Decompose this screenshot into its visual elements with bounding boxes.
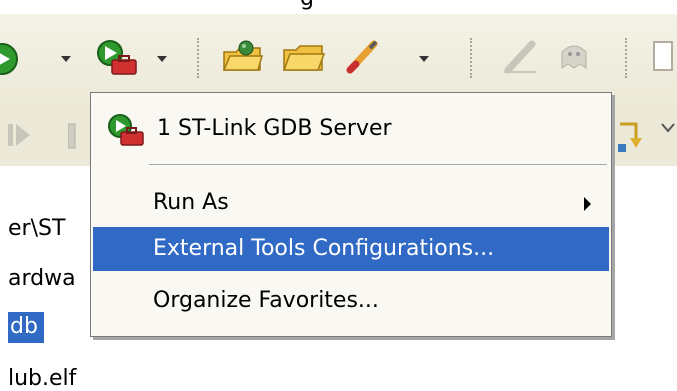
run-dropdown-chevron-icon[interactable]	[60, 54, 72, 64]
toolbar-separator	[197, 38, 199, 78]
menu-item-label: 1 ST-Link GDB Server	[157, 116, 392, 141]
editor-line-selected[interactable]: db	[8, 312, 44, 343]
editor-line: lub.elf	[8, 366, 77, 391]
brush-icon[interactable]	[342, 36, 382, 76]
editor-line-wrapper: db	[8, 312, 44, 343]
menu-item-label: Organize Favorites...	[153, 288, 379, 313]
menu-separator	[149, 164, 607, 165]
submenu-arrow-icon	[584, 197, 591, 211]
debug-server-icon	[108, 114, 144, 146]
window-title-fragment: g	[300, 0, 314, 11]
task-disabled-icon	[561, 45, 587, 69]
window-top-strip	[0, 0, 677, 14]
menu-item-st-link-gdb-server[interactable]: 1 ST-Link GDB Server	[93, 107, 609, 151]
run-icon[interactable]	[0, 42, 24, 76]
next-annotation-icon[interactable]	[614, 120, 644, 154]
editor-line: er\ST	[8, 216, 66, 241]
toolbar-overflow-chevron-icon[interactable]	[660, 122, 677, 134]
menu-item-external-tools-configurations[interactable]: External Tools Configurations...	[93, 227, 609, 271]
menu-item-organize-favorites[interactable]: Organize Favorites...	[93, 279, 609, 323]
menu-item-run-as[interactable]: Run As	[93, 181, 609, 225]
external-tools-dropdown-chevron-icon[interactable]	[156, 54, 168, 64]
external-tools-menu: 1 ST-Link GDB Server Run As External Too…	[90, 92, 612, 337]
menu-item-label: External Tools Configurations...	[153, 236, 495, 261]
menu-item-label: Run As	[153, 190, 229, 215]
brush-dropdown-chevron-icon[interactable]	[418, 54, 430, 64]
navigate-icon[interactable]	[648, 38, 677, 74]
suspend-disabled-icon	[68, 123, 76, 149]
editor-line: ardwa	[8, 266, 76, 291]
resume-disabled-icon	[8, 124, 30, 146]
toolbar-separator	[625, 38, 627, 78]
open-project-icon[interactable]	[222, 38, 264, 74]
toolbar-separator	[470, 38, 472, 78]
external-tools-icon[interactable]	[96, 38, 140, 76]
open-folder-icon[interactable]	[282, 38, 326, 74]
edit-disabled-icon	[504, 40, 536, 74]
main-toolbar	[0, 14, 677, 104]
